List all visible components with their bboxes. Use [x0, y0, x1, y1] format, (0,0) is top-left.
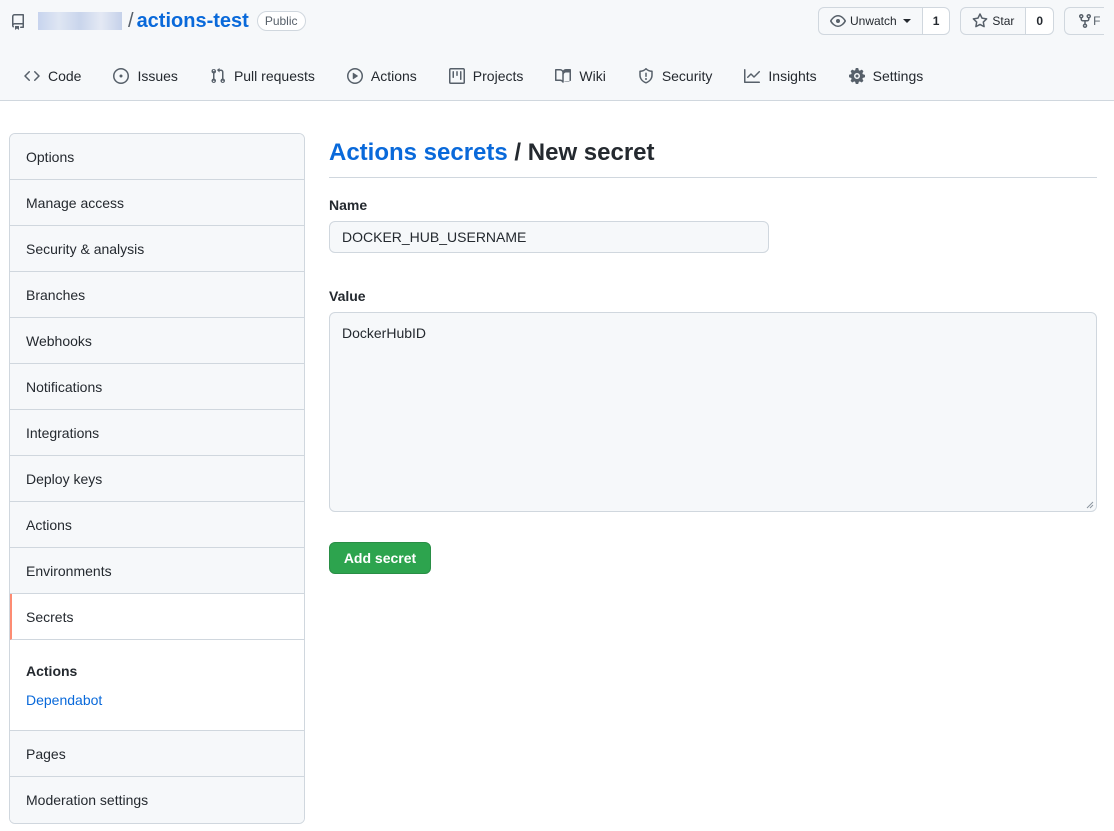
tab-issues[interactable]: Issues	[113, 60, 178, 92]
tab-pull-requests[interactable]: Pull requests	[210, 60, 315, 92]
tab-label: Wiki	[579, 68, 606, 84]
visibility-badge: Public	[256, 11, 306, 31]
tab-wiki[interactable]: Wiki	[555, 60, 606, 92]
new-secret-form: Actions secrets / New secret Name DOCKER…	[329, 133, 1097, 574]
tab-label: Settings	[872, 68, 924, 84]
tab-insights[interactable]: Insights	[744, 60, 817, 92]
code-icon	[24, 71, 40, 81]
repo-header: / actions-test Public Unwatch 1 Star 0 F	[0, 0, 1114, 101]
resize-handle-icon[interactable]	[1086, 501, 1094, 509]
value-label: Value	[329, 288, 366, 304]
fork-icon	[1079, 13, 1092, 29]
star-count[interactable]: 0	[1026, 7, 1055, 35]
tab-code[interactable]: Code	[24, 60, 81, 92]
tab-security[interactable]: Security	[638, 60, 713, 92]
tab-actions[interactable]: Actions	[346, 60, 417, 92]
tab-label: Issues	[137, 68, 178, 84]
tab-label: Security	[661, 68, 713, 84]
sidebar-item-deploy-keys[interactable]: Deploy keys	[10, 456, 304, 502]
sidebar-item-options[interactable]: Options	[10, 134, 304, 180]
play-icon	[346, 68, 363, 84]
fork-button[interactable]: F	[1064, 7, 1105, 35]
book-icon	[555, 69, 572, 83]
add-secret-button[interactable]: Add secret	[329, 542, 431, 574]
pull-request-icon	[211, 68, 225, 84]
sidebar-item-notifications[interactable]: Notifications	[10, 364, 304, 410]
secret-value-textarea[interactable]: DockerHubID	[329, 312, 1097, 512]
unwatch-button[interactable]: Unwatch	[818, 7, 923, 35]
page-title: Actions secrets / New secret	[329, 133, 1097, 178]
star-button[interactable]: Star	[960, 7, 1027, 35]
submenu-item-dependabot[interactable]: Dependabot	[26, 691, 288, 709]
repo-title: / actions-test Public	[10, 9, 306, 33]
repo-name-link[interactable]: actions-test	[137, 10, 249, 33]
tab-projects[interactable]: Projects	[448, 60, 524, 92]
sidebar-item-moderation-settings[interactable]: Moderation settings	[10, 777, 304, 823]
sidebar-item-integrations[interactable]: Integrations	[10, 410, 304, 456]
sidebar-item-actions[interactable]: Actions	[10, 502, 304, 548]
breadcrumb-separator: /	[507, 139, 528, 166]
star-group: Star 0	[960, 7, 1055, 35]
watch-count[interactable]: 1	[922, 7, 951, 35]
sidebar-item-branches[interactable]: Branches	[10, 272, 304, 318]
chevron-down-icon	[902, 19, 911, 23]
project-icon	[448, 68, 465, 84]
graph-icon	[744, 69, 761, 83]
star-icon	[972, 13, 988, 28]
tab-settings[interactable]: Settings	[848, 60, 924, 92]
settings-sidebar: Options Manage access Security & analysi…	[9, 133, 305, 824]
sidebar-item-pages[interactable]: Pages	[10, 731, 304, 777]
shield-icon	[639, 68, 653, 84]
watch-group: Unwatch 1	[818, 7, 951, 35]
secret-value-text: DockerHubID	[342, 325, 427, 341]
issue-icon	[113, 68, 130, 84]
breadcrumb-current: New secret	[527, 139, 655, 166]
tab-label: Pull requests	[233, 68, 315, 84]
tab-label: Actions	[370, 68, 417, 84]
tab-label: Code	[48, 68, 82, 84]
sidebar-item-webhooks[interactable]: Webhooks	[10, 318, 304, 364]
sidebar-item-secrets[interactable]: Secrets	[10, 594, 304, 640]
unwatch-label: Unwatch	[850, 14, 897, 28]
name-label: Name	[329, 197, 368, 213]
star-label: Star	[992, 14, 1015, 28]
tab-label: Projects	[472, 68, 524, 84]
fork-label-stub: F	[1093, 14, 1101, 28]
repo-tabs: Code Issues Pull requests Actions Projec…	[24, 60, 955, 92]
repo-icon	[10, 13, 26, 30]
sidebar-item-manage-access[interactable]: Manage access	[10, 180, 304, 226]
sidebar-item-security-analysis[interactable]: Security & analysis	[10, 226, 304, 272]
owner-name-redacted[interactable]	[38, 12, 122, 30]
secret-name-field[interactable]: DOCKER_HUB_USERNAME	[329, 221, 769, 253]
secrets-submenu: Actions Dependabot	[10, 640, 304, 731]
submenu-item-actions[interactable]: Actions	[26, 662, 288, 680]
breadcrumb-actions-secrets-link[interactable]: Actions secrets	[329, 139, 508, 166]
repo-separator: /	[128, 9, 134, 32]
sidebar-item-environments[interactable]: Environments	[10, 548, 304, 594]
repo-actions: Unwatch 1 Star 0 F	[818, 7, 1105, 35]
gear-icon	[848, 68, 865, 84]
tab-label: Insights	[768, 68, 817, 84]
eye-icon	[830, 15, 846, 27]
